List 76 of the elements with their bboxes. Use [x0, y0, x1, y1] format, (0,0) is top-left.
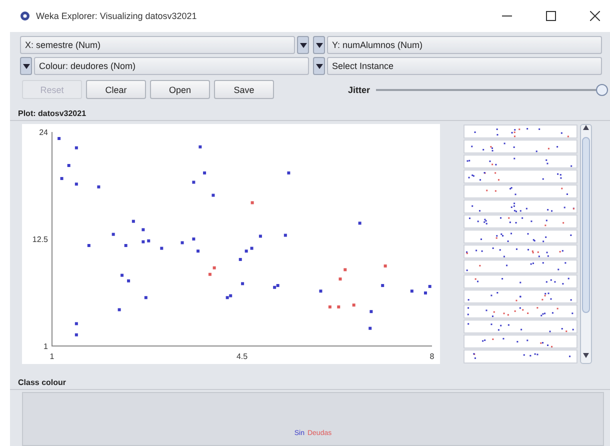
- window-title: Weka Explorer: Visualizing datosv32021: [36, 11, 197, 21]
- data-point[interactable]: [273, 286, 276, 289]
- data-point[interactable]: [132, 220, 135, 223]
- colour-dropdown[interactable]: Colour: deudores (Nom): [34, 57, 309, 75]
- mini-plot[interactable]: [464, 244, 578, 258]
- data-point[interactable]: [147, 239, 150, 242]
- data-point[interactable]: [142, 228, 145, 232]
- data-point[interactable]: [144, 296, 148, 300]
- data-point[interactable]: [87, 244, 90, 248]
- data-point[interactable]: [192, 238, 196, 240]
- data-point[interactable]: [118, 308, 121, 312]
- data-point[interactable]: [74, 182, 78, 186]
- axis-tick-label: 4.5: [236, 352, 248, 361]
- data-point[interactable]: [424, 291, 427, 294]
- data-point[interactable]: [212, 194, 215, 197]
- toolbar-button[interactable]: Open: [150, 80, 210, 99]
- data-point[interactable]: [74, 322, 78, 326]
- data-point[interactable]: [198, 145, 202, 148]
- data-point[interactable]: [127, 279, 130, 282]
- axis-tick-label: 1: [44, 342, 48, 351]
- data-point[interactable]: [410, 290, 414, 293]
- data-point[interactable]: [328, 305, 332, 308]
- data-point[interactable]: [60, 177, 64, 180]
- data-point[interactable]: [337, 305, 340, 308]
- data-point[interactable]: [160, 246, 164, 250]
- x-axis-dropdown[interactable]: X: semestre (Num): [20, 36, 295, 54]
- data-point[interactable]: [97, 185, 100, 188]
- scroll-down-icon[interactable]: [583, 353, 589, 358]
- data-point[interactable]: [226, 296, 229, 300]
- data-point[interactable]: [67, 164, 70, 167]
- data-point[interactable]: [74, 146, 78, 150]
- instance-dropdown[interactable]: Select Instance: [327, 57, 602, 75]
- scroll-up-icon[interactable]: [583, 125, 589, 130]
- data-point[interactable]: [287, 171, 290, 174]
- data-point[interactable]: [244, 250, 248, 253]
- axis-tick-label: 8: [430, 352, 434, 361]
- data-point[interactable]: [358, 222, 362, 225]
- data-point[interactable]: [112, 232, 115, 236]
- data-point[interactable]: [241, 282, 244, 286]
- data-point[interactable]: [124, 244, 128, 248]
- data-point[interactable]: [74, 333, 78, 336]
- jitter-label: Jitter: [348, 84, 370, 94]
- data-point[interactable]: [381, 284, 384, 288]
- data-point[interactable]: [208, 272, 212, 276]
- data-point[interactable]: [284, 234, 287, 237]
- data-point[interactable]: [276, 284, 280, 288]
- axis-tick-label: 24: [39, 128, 48, 137]
- data-point[interactable]: [352, 304, 356, 307]
- data-point[interactable]: [384, 264, 387, 268]
- data-point[interactable]: [120, 274, 124, 277]
- data-point[interactable]: [196, 250, 200, 253]
- data-point[interactable]: [192, 180, 196, 184]
- axis-tick-label: 12.5: [32, 235, 48, 244]
- section-title: Plot: datosv32021: [10, 99, 610, 121]
- data-point[interactable]: [203, 171, 206, 174]
- mini-plot[interactable]: [464, 304, 578, 318]
- data-point[interactable]: [142, 240, 145, 244]
- data-point[interactable]: [180, 241, 184, 244]
- data-point[interactable]: [428, 284, 432, 288]
- data-point[interactable]: [370, 310, 373, 314]
- data-point[interactable]: [250, 246, 254, 250]
- close-icon[interactable]: [590, 11, 600, 21]
- toolbar-button[interactable]: Clear: [86, 80, 146, 99]
- data-point[interactable]: [229, 294, 232, 298]
- data-point[interactable]: [58, 137, 61, 140]
- toolbar-button[interactable]: Save: [214, 80, 274, 99]
- y-axis-dropdown[interactable]: Y: numAlumnos (Num): [327, 36, 602, 54]
- app-icon: [20, 11, 30, 21]
- data-point[interactable]: [258, 234, 262, 238]
- data-point[interactable]: [368, 326, 372, 330]
- axis-tick-label: 1: [50, 352, 54, 361]
- section-title: Class colour: [10, 368, 610, 390]
- scrollbar[interactable]: [580, 124, 592, 364]
- data-point[interactable]: [238, 258, 242, 261]
- data-point[interactable]: [319, 290, 322, 293]
- maximize-icon[interactable]: [546, 11, 556, 21]
